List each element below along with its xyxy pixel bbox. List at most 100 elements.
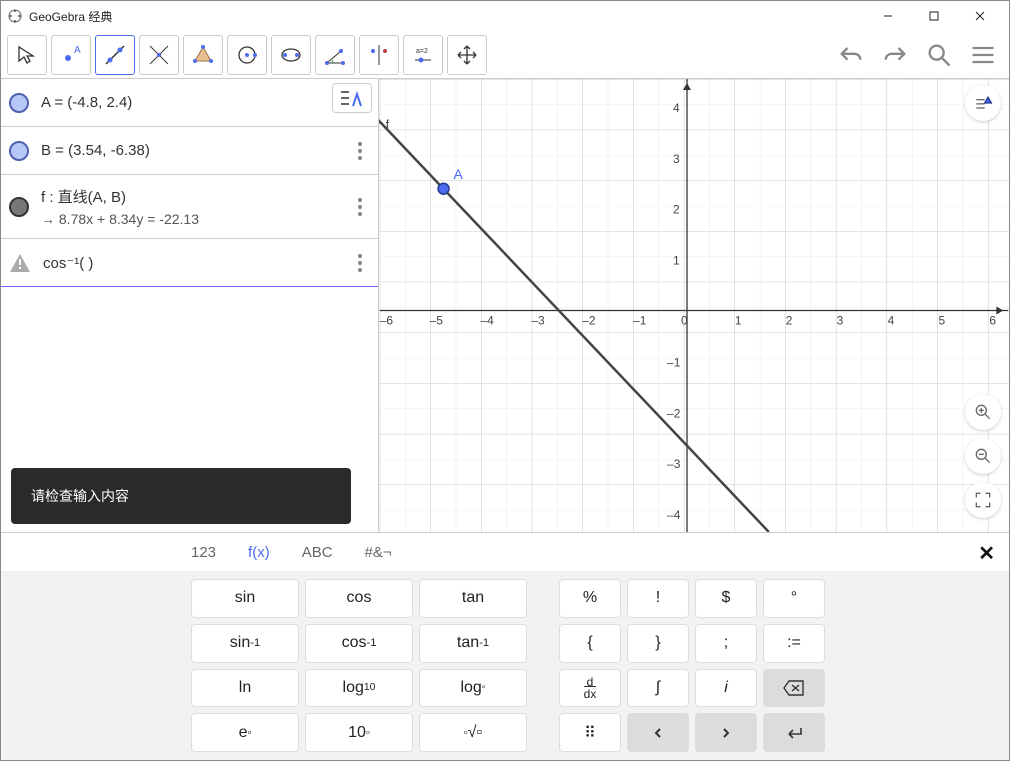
key-enter[interactable] bbox=[763, 713, 825, 752]
svg-text:–1: –1 bbox=[633, 313, 647, 327]
tool-angle[interactable] bbox=[315, 35, 355, 75]
tool-perpendicular[interactable] bbox=[139, 35, 179, 75]
key-pow10[interactable]: 10▫ bbox=[305, 713, 413, 752]
graphics-settings-button[interactable] bbox=[965, 85, 1001, 121]
algebra-row[interactable]: f : 直线(A, B) → 8.78x + 8.34y = -22.13 bbox=[1, 175, 378, 239]
key-factorial[interactable]: ! bbox=[627, 579, 689, 618]
svg-text:6: 6 bbox=[989, 313, 996, 327]
key-nthroot[interactable]: ▫√▫ bbox=[419, 713, 527, 752]
window-title: GeoGebra 经典 bbox=[29, 8, 112, 25]
window-close-button[interactable] bbox=[957, 1, 1003, 31]
svg-text:1: 1 bbox=[673, 254, 680, 268]
row-menu-button[interactable] bbox=[350, 198, 370, 216]
tool-polygon[interactable] bbox=[183, 35, 223, 75]
graphics-view[interactable]: –6 –5 –4 –3 –2 –1 0 1 2 3 4 5 6 1 2 3 4 … bbox=[379, 79, 1009, 532]
key-rbrace[interactable]: } bbox=[627, 624, 689, 663]
visibility-toggle-icon[interactable] bbox=[9, 93, 29, 113]
app-logo-icon bbox=[7, 8, 23, 24]
key-log10[interactable]: log10 bbox=[305, 669, 413, 708]
menu-button[interactable] bbox=[963, 35, 1003, 75]
tool-ellipse[interactable] bbox=[271, 35, 311, 75]
input-expression[interactable]: cos⁻¹( ) bbox=[43, 254, 338, 272]
row-menu-button[interactable] bbox=[350, 254, 370, 272]
object-value: → 8.78x + 8.34y = -22.13 bbox=[41, 211, 338, 227]
undo-button[interactable] bbox=[831, 35, 871, 75]
svg-text:3: 3 bbox=[673, 152, 680, 166]
line-label: f bbox=[386, 117, 390, 132]
virtual-keyboard: 123 f(x) ABC #&¬ ✕ sin cos tan % ! $ ° s… bbox=[1, 532, 1009, 760]
algebra-sort-button[interactable] bbox=[332, 83, 372, 113]
object-definition: B = (3.54, -6.38) bbox=[41, 142, 338, 159]
key-right[interactable] bbox=[695, 713, 757, 752]
object-definition: A = (-4.8, 2.4) bbox=[41, 94, 370, 111]
key-logb[interactable]: log▫ bbox=[419, 669, 527, 708]
key-backspace[interactable] bbox=[763, 669, 825, 708]
key-exp[interactable]: e▫ bbox=[191, 713, 299, 752]
tool-move[interactable] bbox=[7, 35, 47, 75]
zoom-in-button[interactable] bbox=[965, 394, 1001, 430]
window-maximize-button[interactable] bbox=[911, 1, 957, 31]
error-tooltip: 请检查输入内容 bbox=[11, 468, 351, 524]
key-ln[interactable]: ln bbox=[191, 669, 299, 708]
svg-text:–4: –4 bbox=[667, 508, 681, 522]
key-left[interactable] bbox=[627, 713, 689, 752]
fullscreen-button[interactable] bbox=[965, 482, 1001, 518]
point-a[interactable] bbox=[438, 183, 449, 194]
keyboard-tab-123[interactable]: 123 bbox=[191, 544, 216, 561]
key-more[interactable]: ⠿ bbox=[559, 713, 621, 752]
svg-text:4: 4 bbox=[888, 313, 895, 327]
svg-text:–3: –3 bbox=[667, 457, 681, 471]
svg-text:2: 2 bbox=[786, 313, 793, 327]
visibility-toggle-icon[interactable] bbox=[9, 141, 29, 161]
svg-text:–4: –4 bbox=[480, 313, 494, 327]
search-button[interactable] bbox=[919, 35, 959, 75]
key-asin[interactable]: sin-1 bbox=[191, 624, 299, 663]
algebra-row[interactable]: A = (-4.8, 2.4) bbox=[1, 79, 378, 127]
zoom-out-button[interactable] bbox=[965, 438, 1001, 474]
key-percent[interactable]: % bbox=[559, 579, 621, 618]
key-lbrace[interactable]: { bbox=[559, 624, 621, 663]
key-semicolon[interactable]: ; bbox=[695, 624, 757, 663]
key-cos[interactable]: cos bbox=[305, 579, 413, 618]
key-degree[interactable]: ° bbox=[763, 579, 825, 618]
row-menu-button[interactable] bbox=[350, 142, 370, 160]
algebra-input-row[interactable]: cos⁻¹( ) bbox=[1, 239, 378, 287]
keyboard-tab-sym[interactable]: #&¬ bbox=[365, 544, 392, 561]
key-atan[interactable]: tan-1 bbox=[419, 624, 527, 663]
keyboard-tab-fx[interactable]: f(x) bbox=[248, 544, 270, 561]
key-assign[interactable]: := bbox=[763, 624, 825, 663]
window-minimize-button[interactable] bbox=[865, 1, 911, 31]
key-acos[interactable]: cos-1 bbox=[305, 624, 413, 663]
svg-text:5: 5 bbox=[938, 313, 945, 327]
tool-point[interactable]: A bbox=[51, 35, 91, 75]
key-dollar[interactable]: $ bbox=[695, 579, 757, 618]
svg-text:A: A bbox=[74, 45, 81, 56]
tool-pan[interactable] bbox=[447, 35, 487, 75]
warning-icon bbox=[9, 253, 31, 273]
tool-circle[interactable] bbox=[227, 35, 267, 75]
object-definition: f : 直线(A, B) bbox=[41, 186, 338, 207]
key-tan[interactable]: tan bbox=[419, 579, 527, 618]
svg-text:4: 4 bbox=[673, 101, 680, 115]
key-sin[interactable]: sin bbox=[191, 579, 299, 618]
algebra-row[interactable]: B = (3.54, -6.38) bbox=[1, 127, 378, 175]
tool-slider[interactable]: a=2 bbox=[403, 35, 443, 75]
keyboard-tab-abc[interactable]: ABC bbox=[302, 544, 333, 561]
key-derivative[interactable]: ddx bbox=[559, 669, 621, 708]
tool-reflect[interactable] bbox=[359, 35, 399, 75]
point-label: A bbox=[454, 166, 464, 182]
grid bbox=[379, 79, 1009, 532]
redo-button[interactable] bbox=[875, 35, 915, 75]
keyboard-close-button[interactable]: ✕ bbox=[978, 541, 995, 566]
svg-text:–5: –5 bbox=[430, 313, 444, 327]
visibility-toggle-icon[interactable] bbox=[9, 197, 29, 217]
title-bar: GeoGebra 经典 bbox=[1, 1, 1009, 31]
svg-text:2: 2 bbox=[673, 203, 680, 217]
tool-line[interactable] bbox=[95, 35, 135, 75]
svg-text:–6: –6 bbox=[380, 313, 394, 327]
svg-text:–3: –3 bbox=[531, 313, 545, 327]
svg-text:a=2: a=2 bbox=[416, 48, 428, 55]
svg-text:–2: –2 bbox=[667, 406, 681, 420]
key-imaginary[interactable]: i bbox=[695, 669, 757, 708]
key-integral[interactable]: ∫ bbox=[627, 669, 689, 708]
